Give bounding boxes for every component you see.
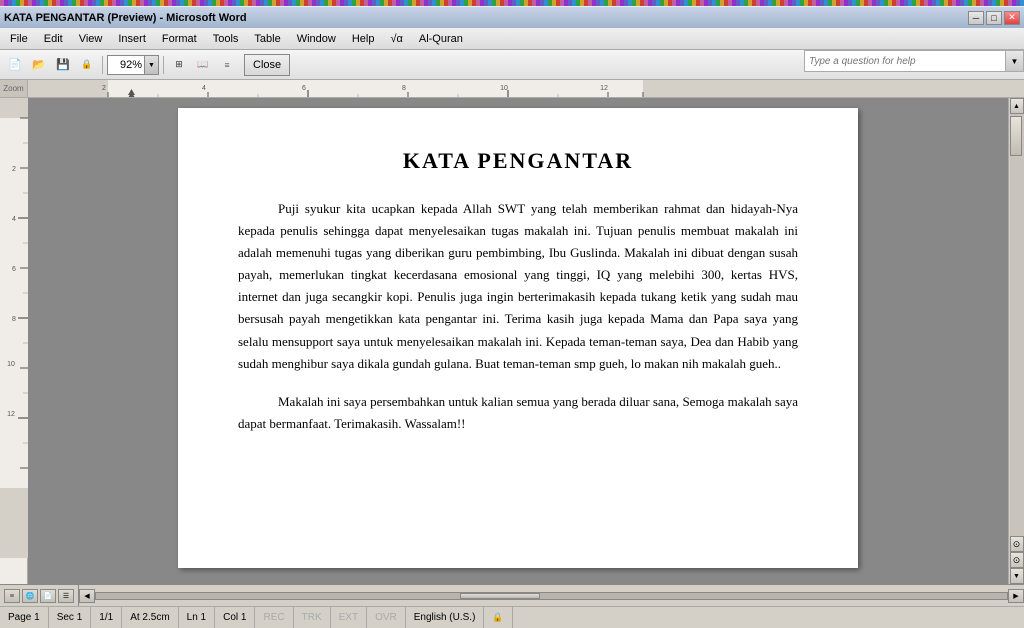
status-ext: EXT [331, 607, 367, 628]
bottom-bar: ≡ 🌐 📄 ☰ ◀ ▶ [0, 584, 1024, 606]
toolbar-separator-2 [163, 56, 164, 74]
print-view-icon[interactable]: 📄 [40, 589, 56, 603]
zoom-box: ▼ [107, 55, 159, 75]
svg-text:4: 4 [12, 216, 16, 223]
horizontal-scroll-area: ◀ ▶ [79, 585, 1024, 606]
menu-edit[interactable]: Edit [36, 31, 71, 47]
menu-bar: File Edit View Insert Format Tools Table… [0, 28, 1024, 50]
status-at: At 2.5cm [122, 607, 178, 628]
status-ovr: OVR [367, 607, 406, 628]
question-arrow[interactable]: ▼ [1005, 51, 1023, 71]
normal-view-icon[interactable]: ≡ [4, 589, 20, 603]
web-view-icon[interactable]: 🌐 [22, 589, 38, 603]
svg-text:4: 4 [202, 85, 206, 92]
title-bar-buttons: ─ □ ✕ [968, 11, 1020, 25]
zoom-input[interactable] [108, 59, 144, 71]
svg-text:6: 6 [302, 85, 306, 92]
main-area: 2 4 6 8 10 12 KATA PENGANTAR Puji syukur… [0, 98, 1024, 584]
paragraph-2: Makalah ini saya persembahkan untuk kali… [238, 391, 798, 435]
document-title: KATA PENGANTAR [238, 148, 798, 174]
ruler-svg: 2 4 6 8 10 12 [28, 80, 1024, 98]
svg-text:8: 8 [12, 316, 16, 323]
view-buttons: ≡ 🌐 📄 ☰ [0, 585, 79, 606]
vertical-ruler: 2 4 6 8 10 12 [0, 98, 28, 584]
menu-tools[interactable]: Tools [205, 31, 247, 47]
h-scroll-thumb[interactable] [460, 593, 540, 599]
close-toolbar-button[interactable]: Close [244, 54, 290, 76]
outline-view-icon[interactable]: ☰ [58, 589, 74, 603]
svg-text:8: 8 [402, 85, 406, 92]
status-page: Page 1 [0, 607, 49, 628]
svg-text:6: 6 [12, 266, 16, 273]
status-ln: Ln 1 [179, 607, 215, 628]
status-sec: Sec 1 [49, 607, 92, 628]
v-ruler-svg: 2 4 6 8 10 12 [0, 98, 28, 558]
status-extra: 🔒 [484, 607, 512, 628]
scroll-track[interactable] [1010, 114, 1024, 536]
h-scroll-track[interactable] [95, 592, 1008, 600]
document-body: Puji syukur kita ucapkan kepada Allah SW… [238, 198, 798, 435]
maximize-button[interactable]: □ [986, 11, 1002, 25]
menu-table[interactable]: Table [246, 31, 288, 47]
h-scroll-right-button[interactable]: ▶ [1008, 589, 1024, 603]
zoom-label: Zoom [3, 84, 23, 93]
ruler-corner[interactable]: Zoom [0, 80, 28, 98]
svg-text:2: 2 [102, 85, 106, 92]
scroll-next-page-button[interactable]: ⊙ [1010, 552, 1024, 568]
reading-layout-button[interactable]: 📖 [192, 54, 214, 76]
toolbar-separator-1 [102, 56, 103, 74]
menu-view[interactable]: View [71, 31, 111, 47]
status-trk: TRK [294, 607, 331, 628]
right-scrollbar: ▲ ⊙ ⊙ ▼ [1008, 98, 1024, 584]
title-bar: KATA PENGANTAR (Preview) - Microsoft Wor… [0, 6, 1024, 28]
page-container: KATA PENGANTAR Puji syukur kita ucapkan … [28, 98, 1008, 578]
open-button[interactable]: 📂 [28, 54, 50, 76]
print-layout-button[interactable]: ⊞ [168, 54, 190, 76]
h-scroll-left-button[interactable]: ◀ [79, 589, 95, 603]
scroll-area[interactable]: KATA PENGANTAR Puji syukur kita ucapkan … [28, 98, 1008, 584]
menu-format[interactable]: Format [154, 31, 205, 47]
horizontal-ruler: 2 4 6 8 10 12 [28, 80, 1024, 98]
question-bar: ▼ [804, 50, 1024, 72]
svg-text:2: 2 [12, 166, 16, 173]
menu-file[interactable]: File [2, 31, 36, 47]
svg-text:12: 12 [600, 85, 608, 92]
svg-text:10: 10 [7, 361, 15, 368]
svg-text:10: 10 [500, 85, 508, 92]
scroll-down-button[interactable]: ▼ [1010, 568, 1024, 584]
status-rec: REC [255, 607, 293, 628]
svg-text:12: 12 [7, 411, 15, 418]
permission-button[interactable]: 🔒 [76, 54, 98, 76]
normal-view-button[interactable]: ≡ [216, 54, 238, 76]
title-bar-text: KATA PENGANTAR (Preview) - Microsoft Wor… [4, 12, 247, 24]
menu-window[interactable]: Window [289, 31, 344, 47]
close-button[interactable]: ✕ [1004, 11, 1020, 25]
status-bar: Page 1 Sec 1 1/1 At 2.5cm Ln 1 Col 1 REC… [0, 606, 1024, 628]
menu-alquran[interactable]: Al-Quran [411, 31, 471, 47]
scroll-up-button[interactable]: ▲ [1010, 98, 1024, 114]
status-lang: English (U.S.) [406, 607, 485, 628]
paragraph-1: Puji syukur kita ucapkan kepada Allah SW… [238, 198, 798, 375]
scroll-prev-page-button[interactable]: ⊙ [1010, 536, 1024, 552]
save-button[interactable]: 💾 [52, 54, 74, 76]
menu-formula[interactable]: √α [382, 31, 410, 47]
status-page-count: 1/1 [91, 607, 122, 628]
ruler-area: Zoom 2 4 6 8 10 [0, 80, 1024, 98]
new-doc-button[interactable]: 📄 [4, 54, 26, 76]
zoom-arrow[interactable]: ▼ [144, 56, 158, 74]
status-col: Col 1 [215, 607, 255, 628]
scroll-thumb[interactable] [1010, 116, 1022, 156]
document-page: KATA PENGANTAR Puji syukur kita ucapkan … [178, 108, 858, 568]
menu-insert[interactable]: Insert [110, 31, 154, 47]
menu-help[interactable]: Help [344, 31, 383, 47]
minimize-button[interactable]: ─ [968, 11, 984, 25]
question-input[interactable] [805, 56, 1005, 67]
